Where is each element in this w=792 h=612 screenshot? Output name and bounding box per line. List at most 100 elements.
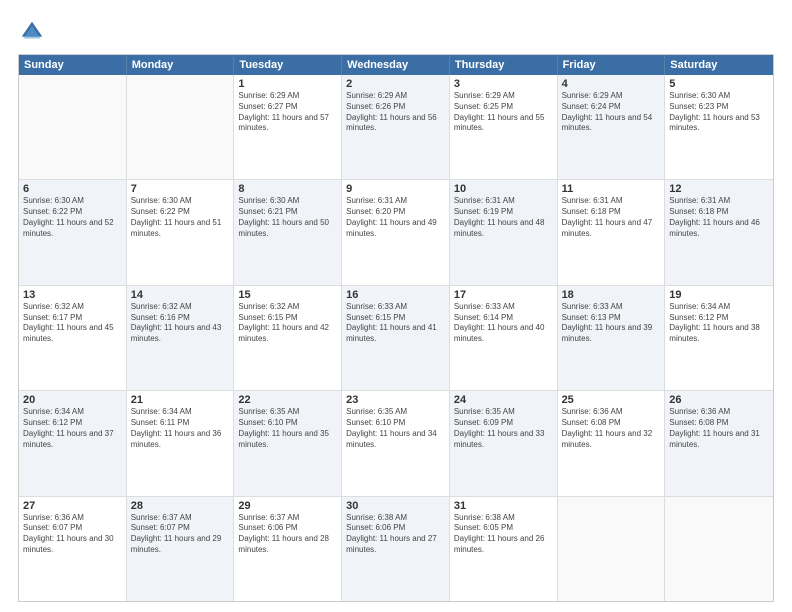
cell-info: Sunrise: 6:33 AM Sunset: 6:15 PM Dayligh…: [346, 302, 445, 345]
day-number: 28: [131, 500, 230, 512]
cell-info: Sunrise: 6:30 AM Sunset: 6:22 PM Dayligh…: [131, 196, 230, 239]
calendar-cell: 25Sunrise: 6:36 AM Sunset: 6:08 PM Dayli…: [558, 391, 666, 495]
cell-info: Sunrise: 6:35 AM Sunset: 6:10 PM Dayligh…: [238, 407, 337, 450]
header: [18, 18, 774, 46]
calendar-cell: 15Sunrise: 6:32 AM Sunset: 6:15 PM Dayli…: [234, 286, 342, 390]
calendar-row: 27Sunrise: 6:36 AM Sunset: 6:07 PM Dayli…: [19, 496, 773, 601]
day-number: 27: [23, 500, 122, 512]
day-number: 9: [346, 183, 445, 195]
calendar-cell: 29Sunrise: 6:37 AM Sunset: 6:06 PM Dayli…: [234, 497, 342, 601]
calendar-cell: [127, 75, 235, 179]
day-number: 1: [238, 78, 337, 90]
day-number: 25: [562, 394, 661, 406]
cell-info: Sunrise: 6:31 AM Sunset: 6:20 PM Dayligh…: [346, 196, 445, 239]
cell-info: Sunrise: 6:36 AM Sunset: 6:07 PM Dayligh…: [23, 513, 122, 556]
calendar-cell: 10Sunrise: 6:31 AM Sunset: 6:19 PM Dayli…: [450, 180, 558, 284]
calendar-header: SundayMondayTuesdayWednesdayThursdayFrid…: [19, 55, 773, 75]
day-number: 10: [454, 183, 553, 195]
day-number: 21: [131, 394, 230, 406]
calendar-cell: 5Sunrise: 6:30 AM Sunset: 6:23 PM Daylig…: [665, 75, 773, 179]
header-day: Friday: [558, 55, 666, 75]
calendar: SundayMondayTuesdayWednesdayThursdayFrid…: [18, 54, 774, 602]
calendar-cell: 12Sunrise: 6:31 AM Sunset: 6:18 PM Dayli…: [665, 180, 773, 284]
header-day: Tuesday: [234, 55, 342, 75]
day-number: 11: [562, 183, 661, 195]
calendar-cell: 8Sunrise: 6:30 AM Sunset: 6:21 PM Daylig…: [234, 180, 342, 284]
calendar-row: 20Sunrise: 6:34 AM Sunset: 6:12 PM Dayli…: [19, 390, 773, 495]
cell-info: Sunrise: 6:30 AM Sunset: 6:22 PM Dayligh…: [23, 196, 122, 239]
cell-info: Sunrise: 6:36 AM Sunset: 6:08 PM Dayligh…: [669, 407, 769, 450]
calendar-cell: 30Sunrise: 6:38 AM Sunset: 6:06 PM Dayli…: [342, 497, 450, 601]
cell-info: Sunrise: 6:30 AM Sunset: 6:23 PM Dayligh…: [669, 91, 769, 134]
day-number: 5: [669, 78, 769, 90]
day-number: 14: [131, 289, 230, 301]
cell-info: Sunrise: 6:38 AM Sunset: 6:06 PM Dayligh…: [346, 513, 445, 556]
header-day: Monday: [127, 55, 235, 75]
cell-info: Sunrise: 6:29 AM Sunset: 6:25 PM Dayligh…: [454, 91, 553, 134]
calendar-cell: 9Sunrise: 6:31 AM Sunset: 6:20 PM Daylig…: [342, 180, 450, 284]
calendar-body: 1Sunrise: 6:29 AM Sunset: 6:27 PM Daylig…: [19, 75, 773, 601]
day-number: 19: [669, 289, 769, 301]
cell-info: Sunrise: 6:32 AM Sunset: 6:16 PM Dayligh…: [131, 302, 230, 345]
day-number: 20: [23, 394, 122, 406]
day-number: 7: [131, 183, 230, 195]
calendar-cell: 7Sunrise: 6:30 AM Sunset: 6:22 PM Daylig…: [127, 180, 235, 284]
cell-info: Sunrise: 6:34 AM Sunset: 6:12 PM Dayligh…: [669, 302, 769, 345]
cell-info: Sunrise: 6:33 AM Sunset: 6:13 PM Dayligh…: [562, 302, 661, 345]
day-number: 8: [238, 183, 337, 195]
calendar-cell: [558, 497, 666, 601]
day-number: 22: [238, 394, 337, 406]
calendar-cell: 18Sunrise: 6:33 AM Sunset: 6:13 PM Dayli…: [558, 286, 666, 390]
cell-info: Sunrise: 6:33 AM Sunset: 6:14 PM Dayligh…: [454, 302, 553, 345]
day-number: 16: [346, 289, 445, 301]
calendar-cell: 17Sunrise: 6:33 AM Sunset: 6:14 PM Dayli…: [450, 286, 558, 390]
calendar-cell: 13Sunrise: 6:32 AM Sunset: 6:17 PM Dayli…: [19, 286, 127, 390]
header-day: Thursday: [450, 55, 558, 75]
calendar-cell: 3Sunrise: 6:29 AM Sunset: 6:25 PM Daylig…: [450, 75, 558, 179]
cell-info: Sunrise: 6:38 AM Sunset: 6:05 PM Dayligh…: [454, 513, 553, 556]
day-number: 4: [562, 78, 661, 90]
cell-info: Sunrise: 6:32 AM Sunset: 6:15 PM Dayligh…: [238, 302, 337, 345]
calendar-cell: [19, 75, 127, 179]
calendar-row: 13Sunrise: 6:32 AM Sunset: 6:17 PM Dayli…: [19, 285, 773, 390]
calendar-cell: 24Sunrise: 6:35 AM Sunset: 6:09 PM Dayli…: [450, 391, 558, 495]
calendar-cell: 22Sunrise: 6:35 AM Sunset: 6:10 PM Dayli…: [234, 391, 342, 495]
cell-info: Sunrise: 6:32 AM Sunset: 6:17 PM Dayligh…: [23, 302, 122, 345]
calendar-cell: 16Sunrise: 6:33 AM Sunset: 6:15 PM Dayli…: [342, 286, 450, 390]
day-number: 3: [454, 78, 553, 90]
calendar-cell: 21Sunrise: 6:34 AM Sunset: 6:11 PM Dayli…: [127, 391, 235, 495]
calendar-cell: 28Sunrise: 6:37 AM Sunset: 6:07 PM Dayli…: [127, 497, 235, 601]
calendar-cell: 4Sunrise: 6:29 AM Sunset: 6:24 PM Daylig…: [558, 75, 666, 179]
day-number: 2: [346, 78, 445, 90]
calendar-cell: 1Sunrise: 6:29 AM Sunset: 6:27 PM Daylig…: [234, 75, 342, 179]
page: SundayMondayTuesdayWednesdayThursdayFrid…: [0, 0, 792, 612]
header-day: Saturday: [665, 55, 773, 75]
cell-info: Sunrise: 6:29 AM Sunset: 6:27 PM Dayligh…: [238, 91, 337, 134]
day-number: 24: [454, 394, 553, 406]
calendar-cell: 26Sunrise: 6:36 AM Sunset: 6:08 PM Dayli…: [665, 391, 773, 495]
day-number: 23: [346, 394, 445, 406]
cell-info: Sunrise: 6:34 AM Sunset: 6:12 PM Dayligh…: [23, 407, 122, 450]
calendar-cell: 27Sunrise: 6:36 AM Sunset: 6:07 PM Dayli…: [19, 497, 127, 601]
day-number: 13: [23, 289, 122, 301]
calendar-row: 6Sunrise: 6:30 AM Sunset: 6:22 PM Daylig…: [19, 179, 773, 284]
calendar-row: 1Sunrise: 6:29 AM Sunset: 6:27 PM Daylig…: [19, 75, 773, 179]
cell-info: Sunrise: 6:36 AM Sunset: 6:08 PM Dayligh…: [562, 407, 661, 450]
calendar-cell: 20Sunrise: 6:34 AM Sunset: 6:12 PM Dayli…: [19, 391, 127, 495]
calendar-cell: [665, 497, 773, 601]
day-number: 6: [23, 183, 122, 195]
cell-info: Sunrise: 6:35 AM Sunset: 6:09 PM Dayligh…: [454, 407, 553, 450]
calendar-cell: 23Sunrise: 6:35 AM Sunset: 6:10 PM Dayli…: [342, 391, 450, 495]
day-number: 31: [454, 500, 553, 512]
day-number: 15: [238, 289, 337, 301]
day-number: 17: [454, 289, 553, 301]
cell-info: Sunrise: 6:30 AM Sunset: 6:21 PM Dayligh…: [238, 196, 337, 239]
day-number: 26: [669, 394, 769, 406]
day-number: 18: [562, 289, 661, 301]
cell-info: Sunrise: 6:31 AM Sunset: 6:18 PM Dayligh…: [562, 196, 661, 239]
calendar-cell: 2Sunrise: 6:29 AM Sunset: 6:26 PM Daylig…: [342, 75, 450, 179]
logo: [18, 18, 50, 46]
calendar-cell: 19Sunrise: 6:34 AM Sunset: 6:12 PM Dayli…: [665, 286, 773, 390]
day-number: 12: [669, 183, 769, 195]
logo-icon: [18, 18, 46, 46]
